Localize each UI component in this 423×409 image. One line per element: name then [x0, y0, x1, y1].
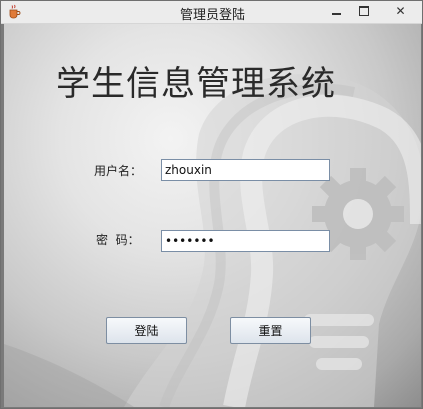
username-input[interactable]	[161, 159, 330, 181]
maximize-button[interactable]	[351, 1, 377, 21]
close-button[interactable]: ✕	[378, 1, 422, 21]
close-icon: ✕	[395, 4, 406, 18]
minimize-icon	[331, 13, 341, 15]
login-window: 管理员登陆 ✕ 学生信息管理系统 用户名： zhouxin 密 码： •••••…	[0, 0, 423, 409]
system-title: 学生信息管理系统	[56, 64, 336, 104]
password-label: 密 码：	[96, 233, 140, 247]
username-label: 用户名：	[94, 164, 143, 178]
minimize-button[interactable]	[323, 1, 349, 21]
login-panel: 学生信息管理系统 用户名： 密 码： 登陆 重置	[4, 24, 421, 407]
reset-button[interactable]: 重置	[230, 317, 311, 344]
maximize-icon	[359, 6, 369, 16]
login-button[interactable]: 登陆	[106, 317, 187, 344]
title-bar[interactable]: 管理员登陆 ✕	[1, 1, 422, 24]
password-input[interactable]	[161, 230, 330, 252]
